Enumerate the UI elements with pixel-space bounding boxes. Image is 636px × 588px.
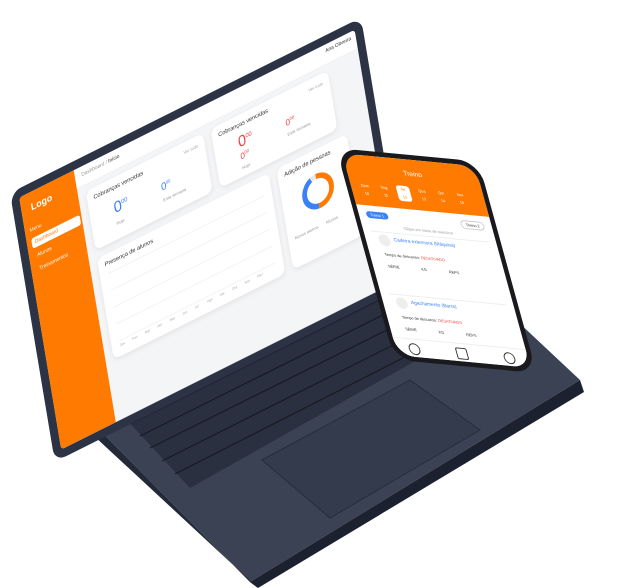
cobrancas-sub2-suffix: 00 <box>165 178 171 186</box>
exercise-cols: SÉRIE KG REPS <box>387 264 491 279</box>
adicao-legend-1: Novos alunos <box>294 224 319 242</box>
month-label: Nov <box>244 277 251 285</box>
month-label: Mar <box>144 327 151 335</box>
cobrancas-right-small-left-label: Hoje <box>242 162 251 172</box>
day-num: 14 <box>440 197 446 204</box>
home-icon[interactable] <box>454 347 470 361</box>
logo: Logo <box>30 192 53 213</box>
col-kg: KG <box>420 266 428 273</box>
day-num: 11 <box>383 192 389 198</box>
card-link[interactable]: Ver tudo <box>183 144 198 156</box>
breadcrumb: Dashboard / Início <box>81 153 120 178</box>
cobrancas-value-suffix: 00 <box>120 196 128 206</box>
day-item[interactable]: Dom 10 <box>357 182 375 199</box>
day-item[interactable]: Qui 14 <box>433 189 451 206</box>
exercise-rest: Tempo de descanso: DESATIVADO <box>384 252 445 263</box>
col-reps: REPS <box>465 332 478 338</box>
device-mockup-scene: Logo Menu Dashboard Alunos Treinamentos … <box>0 0 636 588</box>
breadcrumb-current: Início <box>107 153 120 165</box>
rest-label: Tempo de descanso: <box>384 251 421 261</box>
col-serie: SÉRIE <box>404 326 418 333</box>
cobrancas-sub2-value: 000 <box>160 177 172 194</box>
month-label: Dez <box>256 271 264 279</box>
day-item[interactable]: Qua 13 <box>414 187 432 204</box>
cobrancas-value: 000 <box>113 193 130 218</box>
phone-header: Treino Dom 10 Seg 11 Ter 12 Qua 13 Qui 14 Sex 15 <box>342 153 490 217</box>
day-item[interactable]: Ter 12 <box>395 185 413 203</box>
cobrancas-right-suffix: 00 <box>245 130 253 140</box>
day-num: 13 <box>421 196 427 202</box>
cobrancas-sub1: Hoje <box>116 217 126 227</box>
card-link[interactable]: Ver tudo <box>308 81 323 93</box>
month-label: Jul <box>194 303 200 310</box>
phone: Treino Dom 10 Seg 11 Ter 12 Qua 13 Qui 14 Sex 15 Tr… <box>336 148 537 380</box>
month-label: Jun <box>181 309 188 316</box>
month-label: Out <box>231 284 238 292</box>
cobrancas-right-small-left-suffix: 00 <box>244 148 250 156</box>
day-strip: Dom 10 Seg 11 Ter 12 Qua 13 Qui 14 Sex 15 <box>342 153 475 205</box>
menu-label: Menu <box>29 222 43 234</box>
exercise-rest: Tempo de descanso: DESATIVADO <box>401 315 462 326</box>
cobrancas-right-value: 000 <box>237 127 254 152</box>
month-label: Fev <box>131 334 138 341</box>
day-num: 12 <box>402 194 408 200</box>
month-label: Ago <box>206 296 214 304</box>
col-reps: REPS <box>448 269 460 276</box>
pill-treino-2[interactable]: Treino 2 <box>459 219 486 231</box>
adicao-donut <box>302 172 334 210</box>
day-num: 15 <box>459 199 465 206</box>
day-item[interactable]: Seg 11 <box>376 183 394 200</box>
breadcrumb-root[interactable]: Dashboard <box>81 162 105 178</box>
profile-icon[interactable] <box>502 351 517 365</box>
month-label: Mai <box>169 315 176 323</box>
exercise-avatar <box>377 233 392 247</box>
cobrancas-right-small-right: 000 <box>285 115 295 129</box>
exercise-name[interactable]: Cadeira extensora (Máquina) <box>393 237 456 249</box>
cobrancas-right-small-right-suffix: 00 <box>289 114 295 123</box>
month-label: Jan <box>119 340 126 348</box>
rest-label: Tempo de descanso: <box>401 314 438 323</box>
pill-treino-1[interactable]: Treino 1 <box>365 210 389 220</box>
month-label: Set <box>219 290 225 298</box>
user-name[interactable]: Ana Oliveira <box>325 36 351 54</box>
col-kg: KG <box>437 329 445 335</box>
day-item[interactable]: Sex 15 <box>452 191 470 208</box>
dumbbell-icon[interactable] <box>407 342 422 356</box>
day-num: 10 <box>364 190 370 197</box>
phone-body: Treino Dom 10 Seg 11 Ter 12 Qua 13 Qui 14 Sex 15 Tr… <box>336 148 537 374</box>
rest-value: DESATIVADO <box>420 255 446 263</box>
rest-value: DESATIVADO <box>437 317 463 326</box>
exercise-name[interactable]: Agachamento (Barra) <box>410 300 457 310</box>
phone-screen: Treino Dom 10 Seg 11 Ter 12 Qua 13 Qui 14 Sex 15 Tr… <box>342 153 531 368</box>
month-label: Abr <box>156 321 163 329</box>
col-serie: SÉRIE <box>387 263 401 270</box>
exercise-avatar <box>394 296 410 310</box>
